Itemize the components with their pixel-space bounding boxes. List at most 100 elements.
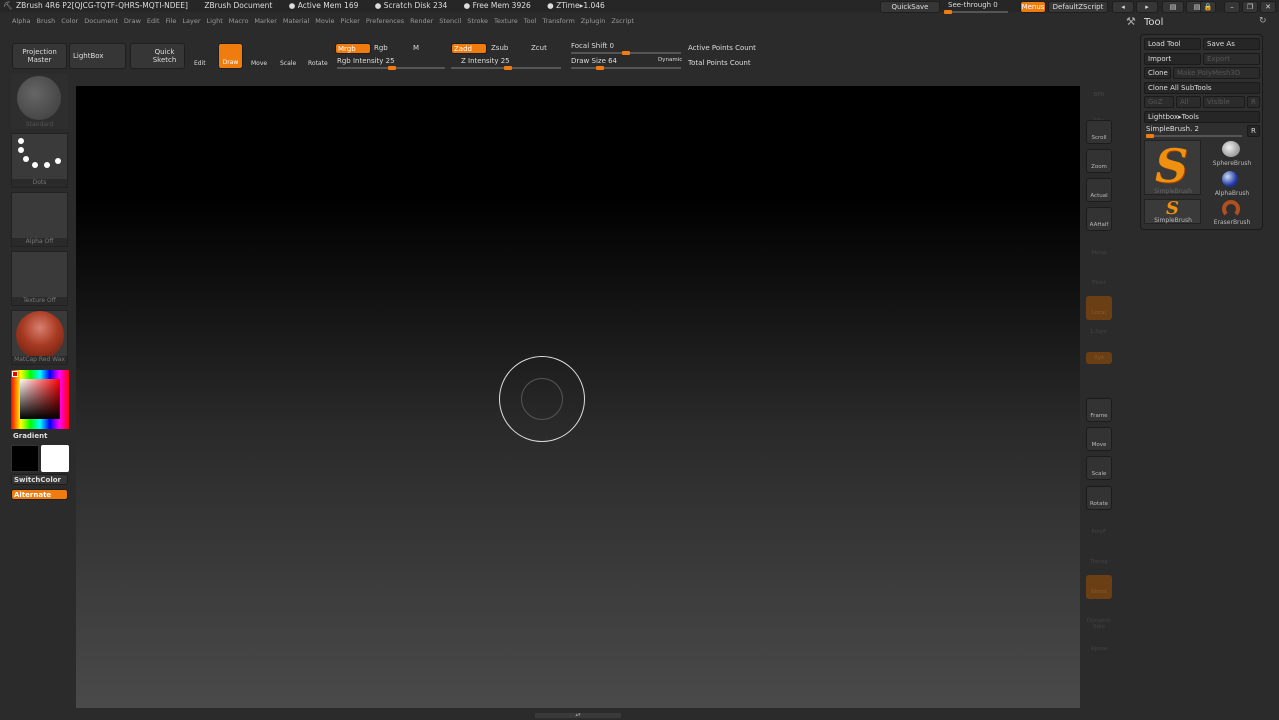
shelf-button-12[interactable] — [1086, 385, 1112, 397]
goz-button[interactable]: GoZ — [1144, 96, 1174, 108]
gradient-label[interactable]: Gradient — [13, 432, 47, 440]
menu-draw[interactable]: Draw — [124, 17, 141, 25]
shelf-bpr[interactable]: BPR — [1086, 78, 1112, 102]
shelf-zoom[interactable]: Zoom — [1086, 149, 1112, 173]
see-through-slider[interactable] — [944, 10, 1008, 14]
r-button[interactable]: R — [1247, 96, 1260, 108]
shelf-floor[interactable]: Floor — [1086, 266, 1112, 290]
scale-button[interactable]: Scale — [280, 60, 296, 67]
menu-zplugin[interactable]: Zplugin — [581, 17, 606, 25]
shelf-polyf[interactable]: PolyF — [1086, 515, 1112, 539]
export-button[interactable]: Export — [1203, 53, 1260, 65]
eraserbrush-icon[interactable] — [1222, 200, 1240, 218]
menu-edit[interactable]: Edit — [147, 17, 160, 25]
r-button-2[interactable]: R — [1247, 125, 1260, 137]
projection-master-button[interactable]: Projection Master — [12, 43, 67, 69]
shelf-xpose[interactable]: Xpose — [1086, 632, 1112, 656]
clone-all-subtools-button[interactable]: Clone All SubTools — [1144, 82, 1260, 94]
all-button[interactable]: All — [1176, 96, 1201, 108]
menu-tool[interactable]: Tool — [524, 17, 537, 25]
simplebrush-large-thumb[interactable]: S SimpleBrush — [1144, 139, 1201, 195]
rgb-button[interactable]: Rgb — [374, 44, 388, 52]
brush-thumbnail[interactable]: Standard — [11, 74, 68, 129]
current-tool-slider[interactable] — [1146, 134, 1242, 138]
layout-prev-icon[interactable]: ▤ — [1162, 1, 1184, 13]
menu-color[interactable]: Color — [61, 17, 78, 25]
menu-light[interactable]: Light — [207, 17, 223, 25]
menu-stencil[interactable]: Stencil — [439, 17, 461, 25]
shelf-dynamic-solo[interactable]: Dynamic Solo — [1086, 604, 1112, 630]
spherebrush-icon[interactable] — [1222, 141, 1240, 157]
mrgb-button[interactable]: Mrgb — [335, 43, 371, 54]
m-button[interactable]: M — [413, 44, 419, 52]
clone-button[interactable]: Clone — [1144, 67, 1171, 79]
quicksave-button[interactable]: QuickSave — [880, 1, 940, 13]
load-tool-button[interactable]: Load Tool — [1144, 38, 1201, 50]
z-intensity-slider[interactable] — [451, 66, 561, 70]
alphabrush-icon[interactable] — [1222, 171, 1238, 187]
menu-picker[interactable]: Picker — [341, 17, 360, 25]
menu-brush[interactable]: Brush — [36, 17, 55, 25]
focal-shift-slider[interactable] — [571, 51, 681, 55]
texture-thumbnail[interactable]: Texture Off — [11, 251, 68, 306]
shelf-xyz[interactable]: Xyz — [1086, 352, 1112, 364]
menu-layer[interactable]: Layer — [182, 17, 200, 25]
menu-render[interactable]: Render — [410, 17, 433, 25]
main-color-swatch[interactable] — [11, 445, 39, 472]
default-zscript-button[interactable]: DefaultZScript — [1048, 1, 1108, 13]
shelf-scale[interactable]: Scale — [1086, 456, 1112, 480]
lightbox-tools-button[interactable]: Lightbox▸Tools — [1144, 111, 1260, 123]
move-button[interactable]: Move — [251, 60, 267, 67]
menu-marker[interactable]: Marker — [254, 17, 276, 25]
menu-preferences[interactable]: Preferences — [366, 17, 404, 25]
menus-button[interactable]: Menus — [1020, 1, 1046, 13]
color-picker[interactable] — [11, 370, 69, 429]
visible-button[interactable]: Visible — [1203, 96, 1245, 108]
shelf-move[interactable]: Move — [1086, 427, 1112, 451]
save-as-button[interactable]: Save As — [1203, 38, 1260, 50]
secondary-color-swatch[interactable] — [41, 445, 69, 472]
simplebrush-small-thumb[interactable]: S SimpleBrush — [1144, 198, 1201, 224]
shelf-frame[interactable]: Frame — [1086, 398, 1112, 422]
menu-file[interactable]: File — [166, 17, 177, 25]
edit-button[interactable]: Edit — [194, 60, 206, 67]
alternate-button[interactable]: Alternate — [11, 489, 68, 500]
menu-movie[interactable]: Movie — [315, 17, 334, 25]
scroll-left-icon[interactable]: ◂ — [1112, 1, 1134, 13]
menu-macro[interactable]: Macro — [229, 17, 249, 25]
material-thumbnail[interactable]: MatCap Red Wax — [11, 310, 68, 365]
zsub-button[interactable]: Zsub — [491, 44, 508, 52]
draw-button[interactable]: Draw — [218, 43, 243, 69]
menu-document[interactable]: Document — [84, 17, 118, 25]
shelf-ghost[interactable]: Ghost — [1086, 575, 1112, 599]
stroke-thumbnail[interactable]: Dots — [11, 133, 68, 188]
canvas[interactable] — [76, 86, 1080, 708]
shelf-actual[interactable]: Actual — [1086, 178, 1112, 202]
lock-icon[interactable]: 🔒 — [1200, 1, 1216, 13]
shelf-rotate[interactable]: Rotate — [1086, 486, 1112, 510]
menu-stroke[interactable]: Stroke — [467, 17, 488, 25]
rotate-button[interactable]: Rotate — [308, 60, 328, 67]
minimize-icon[interactable]: – — [1224, 1, 1240, 13]
shelf-persp[interactable]: Persp — [1086, 236, 1112, 260]
alpha-thumbnail[interactable]: Alpha Off — [11, 192, 68, 247]
scroll-right-icon[interactable]: ▸ — [1136, 1, 1158, 13]
shelf-scroll[interactable]: Scroll — [1086, 120, 1112, 144]
bottom-tray-toggle[interactable]: ▴▾ — [535, 713, 621, 718]
draw-size-slider[interactable] — [571, 66, 681, 70]
lightbox-button[interactable]: LightBox — [69, 43, 126, 69]
zcut-button[interactable]: Zcut — [531, 44, 547, 52]
switch-color-button[interactable]: SwitchColor — [11, 474, 68, 485]
dynamic-button[interactable]: Dynamic — [658, 57, 682, 63]
menu-transform[interactable]: Transform — [542, 17, 574, 25]
menu-alpha[interactable]: Alpha — [12, 17, 30, 25]
menu-material[interactable]: Material — [283, 17, 309, 25]
refresh-icon[interactable]: ↻ — [1259, 16, 1267, 26]
color-square[interactable] — [20, 379, 60, 419]
shelf-local[interactable]: Local — [1086, 296, 1112, 320]
restore-icon[interactable]: ❐ — [1242, 1, 1258, 13]
shelf-button-11[interactable] — [1086, 370, 1112, 382]
close-icon[interactable]: ✕ — [1260, 1, 1276, 13]
zadd-button[interactable]: Zadd — [451, 43, 487, 54]
shelf-l-sym[interactable]: L.Sym — [1086, 326, 1112, 338]
